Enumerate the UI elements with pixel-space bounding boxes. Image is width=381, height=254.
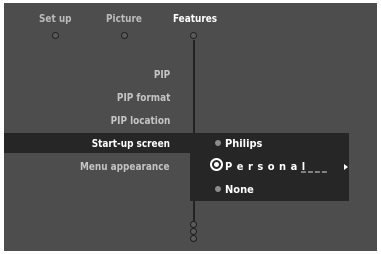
start-up-screen-submenu: Philips Personal ____ None	[190, 133, 349, 201]
menu-item-start-up-screen[interactable]: Start-up screen	[92, 137, 170, 150]
focus-cursor-icon	[210, 158, 223, 171]
option-none-dot-icon	[215, 186, 221, 192]
scroll-indicator-icon	[190, 228, 197, 235]
tab-features[interactable]: Features	[173, 12, 217, 25]
menu-item-pip[interactable]: PIP	[154, 68, 170, 81]
tab-set-up[interactable]: Set up	[39, 12, 72, 25]
scroll-indicator-icon	[190, 221, 197, 228]
option-philips-dot-icon	[215, 140, 221, 146]
menu-item-pip-format[interactable]: PIP format	[117, 91, 170, 104]
personal-name-placeholder[interactable]: ____	[301, 160, 329, 173]
menu-item-menu-appearance[interactable]: Menu appearance	[80, 160, 170, 173]
tv-menu-screen: Set up Picture Features PIP PIP format P…	[4, 3, 377, 251]
menu-connector-line	[193, 40, 195, 133]
right-arrow-icon	[344, 164, 348, 170]
option-philips[interactable]: Philips	[225, 137, 262, 150]
menu-item-pip-location[interactable]: PIP location	[110, 114, 170, 127]
scroll-indicator-icon	[190, 235, 197, 242]
option-none[interactable]: None	[225, 183, 254, 196]
tab-set-up-dot-icon	[52, 32, 59, 39]
tab-picture[interactable]: Picture	[106, 12, 142, 25]
tab-picture-dot-icon	[121, 32, 128, 39]
tab-features-dot-icon	[190, 32, 197, 39]
option-personal[interactable]: Personal	[225, 160, 310, 173]
